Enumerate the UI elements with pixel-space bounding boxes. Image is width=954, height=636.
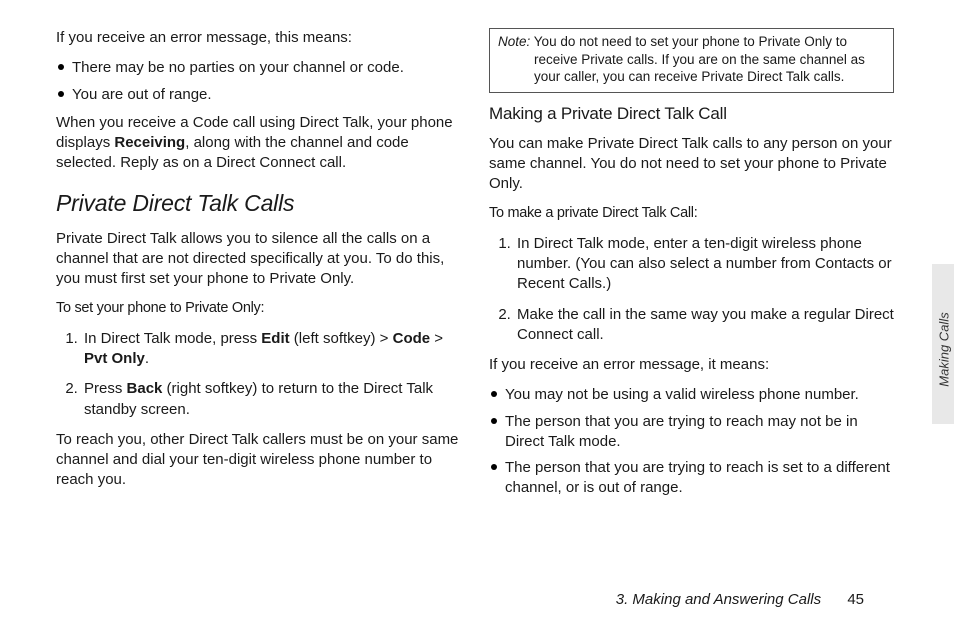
- para: You can make Private Direct Talk calls t…: [489, 134, 894, 195]
- text: .: [145, 350, 149, 367]
- bullet-item: You may not be using a valid wireless ph…: [489, 385, 894, 405]
- step-item: Make the call in the same way you make a…: [515, 305, 894, 346]
- intro-text: If you receive an error message, this me…: [56, 28, 461, 48]
- manual-page: If you receive an error message, this me…: [0, 0, 954, 636]
- ordered-steps: In Direct Talk mode, press Edit (left so…: [56, 329, 461, 420]
- gt-icon: >: [434, 330, 443, 347]
- para: If you receive an error message, it mean…: [489, 355, 894, 375]
- bold-text: Back: [127, 380, 163, 397]
- lead-in: To set your phone to Private Only:: [56, 299, 461, 319]
- error-bullets: There may be no parties on your channel …: [56, 58, 461, 105]
- note-box: Note: You do not need to set your phone …: [489, 28, 894, 93]
- footer-section: 3. Making and Answering Calls: [616, 591, 821, 608]
- text: In Direct Talk mode, press: [84, 330, 261, 347]
- bold-text: Edit: [261, 330, 289, 347]
- step-item: Press Back (right softkey) to return to …: [82, 379, 461, 420]
- para: To reach you, other Direct Talk callers …: [56, 430, 461, 491]
- bold-text: Pvt Only: [84, 350, 145, 367]
- left-column: If you receive an error message, this me…: [56, 28, 461, 507]
- note-label: Note:: [498, 34, 530, 49]
- columns: If you receive an error message, this me…: [0, 0, 954, 507]
- page-footer: 3. Making and Answering Calls 45: [616, 591, 864, 608]
- step-item: In Direct Talk mode, enter a ten-digit w…: [515, 234, 894, 295]
- bold-text: Receiving: [114, 134, 185, 151]
- bullet-item: There may be no parties on your channel …: [56, 58, 461, 78]
- bold-text: Code: [388, 330, 434, 347]
- text: Press: [84, 380, 127, 397]
- text: (left softkey): [290, 330, 380, 347]
- para: Private Direct Talk allows you to silenc…: [56, 229, 461, 290]
- receiving-para: When you receive a Code call using Direc…: [56, 113, 461, 174]
- subsection-heading: Making a Private Direct Talk Call: [489, 103, 894, 126]
- step-item: In Direct Talk mode, press Edit (left so…: [82, 329, 461, 370]
- note-body: You do not need to set your phone to Pri…: [534, 34, 865, 84]
- lead-in: To make a private Direct Talk Call:: [489, 204, 894, 224]
- page-number: 45: [847, 591, 864, 608]
- side-tab-label: Making Calls: [937, 280, 952, 420]
- section-heading: Private Direct Talk Calls: [56, 188, 461, 219]
- ordered-steps: In Direct Talk mode, enter a ten-digit w…: [489, 234, 894, 345]
- side-tab: Making Calls: [932, 264, 954, 424]
- right-column: Note: You do not need to set your phone …: [489, 28, 894, 507]
- bullet-item: The person that you are trying to reach …: [489, 412, 894, 453]
- bullet-item: You are out of range.: [56, 85, 461, 105]
- bullet-item: The person that you are trying to reach …: [489, 458, 894, 499]
- error-bullets: You may not be using a valid wireless ph…: [489, 385, 894, 498]
